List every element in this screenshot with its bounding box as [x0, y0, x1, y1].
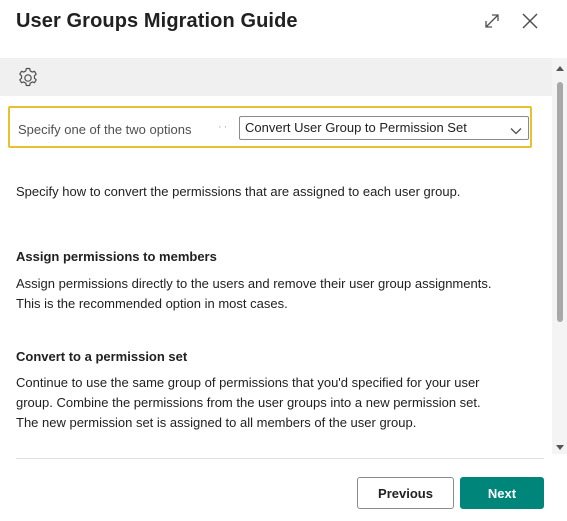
title-actions: [481, 10, 541, 32]
section-heading-assign: Assign permissions to members: [16, 249, 217, 264]
field-leader-dots: ··: [218, 121, 230, 133]
gear-icon[interactable]: [16, 66, 40, 90]
section-text-line: Continue to use the same group of permis…: [16, 375, 480, 390]
expand-icon[interactable]: [481, 10, 503, 32]
chevron-down-icon: [510, 122, 522, 135]
option-field-group: Specify one of the two options ·· Conver…: [8, 106, 532, 148]
dropdown-selected-value: Convert User Group to Permission Set: [245, 120, 467, 135]
section-heading-convert: Convert to a permission set: [16, 349, 188, 364]
section-text-line: This is the recommended option in most c…: [16, 296, 288, 311]
scroll-up-arrow-icon[interactable]: [556, 66, 564, 71]
section-text-assign: Assign permissions directly to the users…: [16, 274, 536, 314]
footer-divider: [16, 458, 544, 459]
previous-button[interactable]: Previous: [357, 477, 454, 509]
action-toolbar: [0, 58, 552, 96]
vertical-scrollbar[interactable]: [552, 58, 567, 454]
section-text-convert: Continue to use the same group of permis…: [16, 373, 536, 433]
conversion-option-dropdown[interactable]: Convert User Group to Permission Set: [239, 116, 529, 140]
content-area[interactable]: Specify one of the two options ·· Conver…: [0, 96, 552, 458]
scrollbar-thumb[interactable]: [557, 82, 563, 322]
dialog-title: User Groups Migration Guide: [16, 10, 298, 32]
option-label: Specify one of the two options: [18, 122, 192, 137]
section-text-line: Assign permissions directly to the users…: [16, 276, 492, 291]
description-text: Specify how to convert the permissions t…: [16, 184, 461, 199]
section-text-line: group. Combine the permissions from the …: [16, 395, 481, 410]
scroll-down-arrow-icon[interactable]: [556, 445, 564, 450]
migration-guide-dialog: User Groups Migration Guide Specify one …: [0, 0, 567, 521]
close-icon[interactable]: [519, 10, 541, 32]
section-text-line: The new permission set is assigned to al…: [16, 415, 417, 430]
next-button[interactable]: Next: [460, 477, 544, 509]
